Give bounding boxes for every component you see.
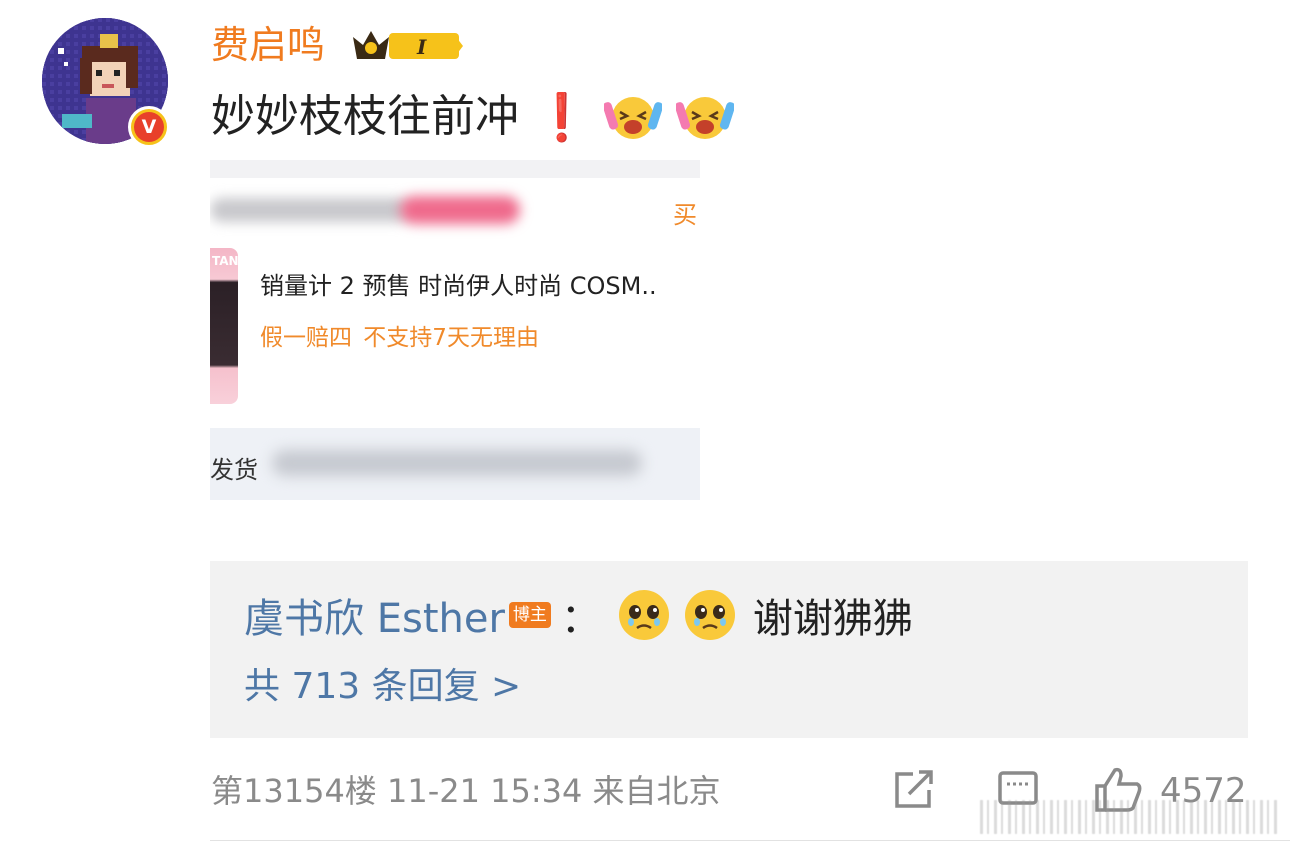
blogger-badge: 博主 — [508, 602, 551, 628]
laughing-cry-emoji — [676, 97, 735, 139]
divider — [210, 840, 1290, 841]
view-replies-link[interactable]: 共 713 条回复 > — [244, 663, 521, 711]
blurred-shipping-text — [272, 450, 642, 476]
shipping-bar: 发货 — [210, 428, 700, 500]
product-title: 销量计 2 预售 时尚伊人时尚 COSM.. — [260, 272, 657, 300]
product-thumb-text: TAN — [212, 254, 239, 268]
pleading-emoji — [618, 590, 669, 640]
shipping-label: 发货 — [210, 456, 258, 484]
svg-text:I: I — [416, 35, 427, 59]
buy-label: 买 — [673, 201, 697, 229]
reply-text: 谢谢狒狒 — [752, 596, 913, 642]
laughing-cry-emoji — [604, 97, 663, 139]
comment-text: 妙妙枝枝往前冲 ❗ — [211, 90, 735, 144]
username[interactable]: 费启鸣 — [211, 22, 325, 68]
reply-author[interactable]: 虞书欣 Esther — [244, 586, 505, 644]
blurred-button — [400, 196, 520, 224]
verified-v-icon: V — [128, 106, 170, 148]
watermark-barcode — [980, 800, 1280, 834]
comment-meta: 第13154楼 11-21 15:34 来自北京 — [211, 772, 721, 810]
reply-colon: ： — [560, 596, 601, 642]
pleading-emoji — [684, 590, 735, 640]
vip-crown-icon[interactable]: I — [349, 27, 465, 65]
reply-preview[interactable]: 虞书欣 Esther 博主 ： 谢谢狒狒 共 713 条回复 > — [210, 561, 1248, 738]
product-thumbnail: TAN — [210, 248, 239, 404]
attached-screenshot[interactable]: 买 TAN 销量计 2 预售 时尚伊人时尚 COSM.. 假一赔四 不支持7天无… — [210, 160, 700, 502]
exclamation-emoji: ❗ — [533, 90, 591, 144]
share-icon[interactable] — [893, 770, 935, 810]
blurred-text — [210, 198, 410, 222]
product-tags: 假一赔四 不支持7天无理由 — [260, 325, 539, 351]
comment-body: 妙妙枝枝往前冲 — [211, 91, 519, 142]
screenshot-top-strip — [210, 160, 700, 178]
reply-line: 虞书欣 Esther 博主 ： 谢谢狒狒 — [244, 585, 913, 645]
